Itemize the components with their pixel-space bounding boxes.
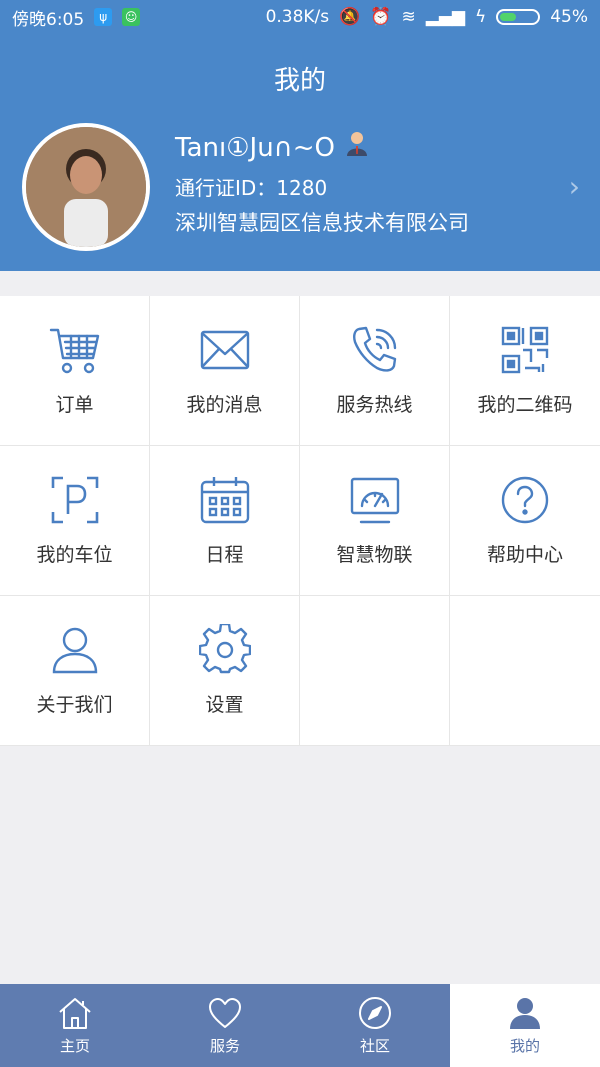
grid-item-messages[interactable]: 我的消息 [150, 296, 300, 446]
grid-item-parking[interactable]: 我的车位 [0, 446, 150, 596]
calendar-icon [200, 477, 249, 524]
gauge-icon [350, 477, 399, 524]
mail-icon [200, 330, 249, 370]
parking-icon [51, 476, 98, 524]
grid-item-hotline[interactable]: 服务热线 [300, 296, 450, 446]
grid-item-qrcode[interactable]: 我的二维码 [450, 296, 600, 446]
profile-header: 傍晚6:05 ψ ☺ 0.38K/s 🔕 ⏰ ≋ ▂▄▆ ϟ 45% 我的 Ta… [0, 0, 600, 271]
grid-item-label: 设置 [205, 694, 244, 716]
tab-label: 主页 [59, 1037, 90, 1055]
status-bar: 傍晚6:05 ψ ☺ 0.38K/s 🔕 ⏰ ≋ ▂▄▆ ϟ 45% [0, 0, 600, 34]
charging-icon: ϟ [474, 7, 487, 27]
grid-item-label: 我的二维码 [477, 394, 573, 416]
grid-empty-cell [450, 596, 600, 746]
home-icon [59, 998, 91, 1029]
gear-icon [198, 624, 251, 674]
status-time: 傍晚6:05 [12, 9, 85, 30]
cart-icon [49, 328, 99, 374]
page-title: 我的 [273, 66, 326, 96]
tab-community[interactable]: 社区 [300, 984, 450, 1067]
grid-item-help[interactable]: 帮助中心 [450, 446, 600, 596]
grid-item-label: 关于我们 [36, 694, 113, 716]
grid-item-about[interactable]: 关于我们 [0, 596, 150, 746]
qr-icon [501, 326, 549, 374]
grid-item-label: 服务热线 [336, 394, 413, 416]
grid-item-label: 智慧物联 [336, 544, 413, 566]
battery-percent: 45% [550, 7, 588, 27]
usb-icon: ψ [94, 8, 113, 26]
alarm-icon: ⏰ [370, 7, 392, 27]
bottom-tab-bar: 主页 服务 社区 我的 [0, 984, 600, 1067]
tab-label: 服务 [209, 1037, 240, 1055]
grid-item-iot[interactable]: 智慧物联 [300, 446, 450, 596]
avatar[interactable] [22, 123, 150, 251]
grid-item-label: 帮助中心 [486, 544, 563, 566]
chevron-right-icon[interactable]: › [569, 170, 580, 203]
tab-mine[interactable]: 我的 [450, 984, 600, 1067]
user-icon [52, 627, 97, 674]
signal-icon: ▂▄▆ [425, 7, 465, 27]
person-icon [510, 998, 540, 1029]
pass-id: 通行证ID：1280 [175, 176, 328, 200]
battery-icon [496, 9, 541, 25]
tab-label: 社区 [359, 1037, 390, 1055]
grid-item-order[interactable]: 订单 [0, 296, 150, 446]
silent-icon: 🔕 [339, 7, 361, 27]
avatar-photo [26, 127, 146, 247]
grid-empty-cell [300, 596, 450, 746]
help-icon [501, 476, 549, 524]
grid-item-label: 我的车位 [36, 544, 113, 566]
user-badge-icon [345, 130, 369, 166]
function-grid: 订单 我的消息 服务热线 我的二维码 我的车位 日程 智慧物联 帮助中心 关于我… [0, 296, 600, 746]
tab-home[interactable]: 主页 [0, 984, 150, 1067]
network-speed: 0.38K/s [265, 7, 330, 27]
profile-info[interactable]: Tanı①Ju∩~O 通行证ID：1280 深圳智慧园区信息技术有限公司 [175, 130, 469, 237]
grid-item-label: 订单 [55, 394, 94, 416]
username: Tanı①Ju∩~O [175, 133, 335, 163]
grid-item-label: 日程 [205, 544, 244, 566]
wifi-icon: ≋ [401, 7, 416, 27]
grid-item-settings[interactable]: 设置 [150, 596, 300, 746]
company-name: 深圳智慧园区信息技术有限公司 [175, 211, 469, 235]
grid-item-label: 我的消息 [186, 394, 263, 416]
compass-icon [359, 997, 391, 1029]
android-icon: ☺ [122, 8, 141, 26]
tab-service[interactable]: 服务 [150, 984, 300, 1067]
phone-icon [352, 326, 396, 372]
heart-icon [209, 998, 241, 1028]
grid-item-schedule[interactable]: 日程 [150, 446, 300, 596]
tab-label: 我的 [509, 1037, 540, 1055]
